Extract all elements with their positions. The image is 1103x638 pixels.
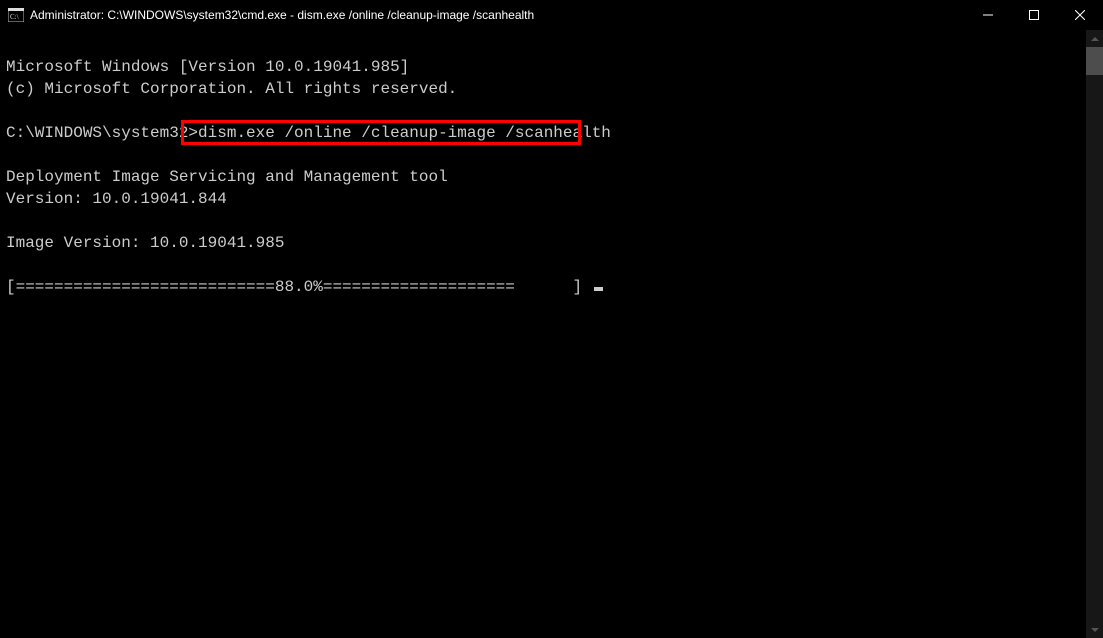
cmd-window: C:\ Administrator: C:\WINDOWS\system32\c… xyxy=(0,0,1103,638)
output-blank-3 xyxy=(6,212,16,230)
output-dism-version: Version: 10.0.19041.844 xyxy=(6,190,227,208)
cmd-icon: C:\ xyxy=(8,7,24,23)
maximize-button[interactable] xyxy=(1011,0,1057,30)
scroll-down-button[interactable] xyxy=(1086,621,1103,638)
entered-command: dism.exe /online /cleanup-image /scanhea… xyxy=(198,124,611,142)
minimize-button[interactable] xyxy=(965,0,1011,30)
text-cursor xyxy=(594,287,603,291)
svg-text:C:\: C:\ xyxy=(10,13,19,21)
prompt-line: C:\WINDOWS\system32>dism.exe /online /cl… xyxy=(6,122,611,144)
close-icon xyxy=(1075,10,1085,20)
minimize-icon xyxy=(983,10,993,20)
client-area: Microsoft Windows [Version 10.0.19041.98… xyxy=(0,30,1103,638)
titlebar[interactable]: C:\ Administrator: C:\WINDOWS\system32\c… xyxy=(0,0,1103,30)
output-dism-tool: Deployment Image Servicing and Managemen… xyxy=(6,168,448,186)
output-progress: [===========================88.0%=======… xyxy=(6,278,603,296)
maximize-icon xyxy=(1029,10,1039,20)
vertical-scrollbar[interactable] xyxy=(1086,30,1103,638)
close-button[interactable] xyxy=(1057,0,1103,30)
progress-bar-text: [===========================88.0%=======… xyxy=(6,278,592,296)
output-line-copyright: (c) Microsoft Corporation. All rights re… xyxy=(6,80,457,98)
prompt-path: C:\WINDOWS\system32> xyxy=(6,124,198,142)
chevron-down-icon xyxy=(1091,628,1099,632)
scroll-up-button[interactable] xyxy=(1086,30,1103,47)
output-line-version: Microsoft Windows [Version 10.0.19041.98… xyxy=(6,58,409,76)
window-controls xyxy=(965,0,1103,30)
output-blank-1 xyxy=(6,102,16,120)
scroll-track[interactable] xyxy=(1086,47,1103,621)
chevron-up-icon xyxy=(1091,37,1099,41)
output-blank-2 xyxy=(6,146,16,164)
output-image-version: Image Version: 10.0.19041.985 xyxy=(6,234,284,252)
window-title: Administrator: C:\WINDOWS\system32\cmd.e… xyxy=(30,8,534,22)
output-blank-4 xyxy=(6,256,16,274)
scroll-thumb[interactable] xyxy=(1086,47,1103,75)
terminal-output[interactable]: Microsoft Windows [Version 10.0.19041.98… xyxy=(0,30,1086,638)
